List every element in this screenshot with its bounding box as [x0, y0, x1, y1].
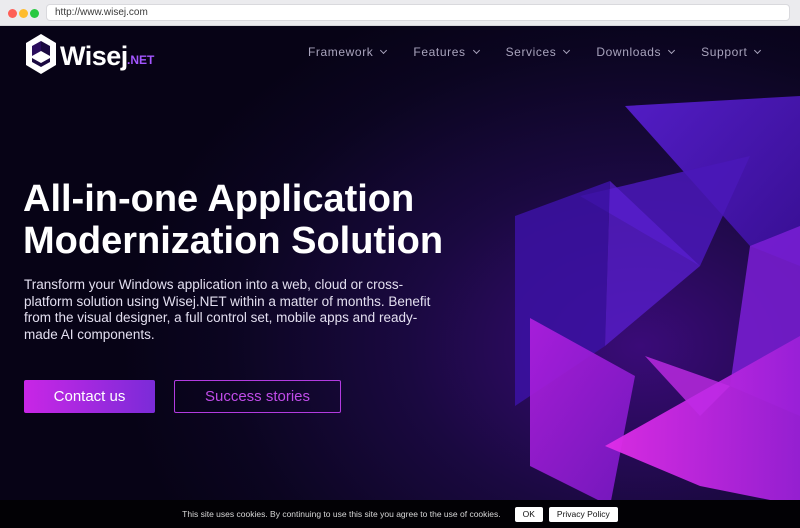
privacy-policy-button[interactable]: Privacy Policy	[548, 506, 618, 522]
nav-item-label: Framework	[308, 45, 374, 59]
brand-name: Wisej	[60, 41, 128, 71]
nav-item-label: Services	[505, 45, 557, 59]
hero-title-line-2: Modernization Solution	[23, 220, 444, 262]
chevron-down-icon	[754, 46, 762, 55]
chevron-down-icon	[668, 46, 676, 55]
close-window-button[interactable]	[8, 9, 17, 18]
hero-title: All-in-one Application Modernization Sol…	[23, 178, 493, 262]
browser-chrome: http://www.wisej.com	[0, 0, 800, 26]
hero-description: Transform your Windows application into …	[24, 277, 431, 342]
decorative-hexagon-graphic	[515, 96, 800, 506]
wisej-logo-icon	[26, 34, 56, 74]
wisej-homepage: Wisej .NET Framework Features Services D…	[0, 26, 800, 528]
cookie-ok-button[interactable]: OK	[514, 506, 543, 522]
main-nav: Framework Features Services Downloads Su…	[308, 45, 762, 59]
minimize-window-button[interactable]	[19, 9, 28, 18]
cookie-banner: This site uses cookies. By continuing to…	[0, 500, 800, 528]
nav-item-downloads[interactable]: Downloads	[596, 45, 676, 59]
wisej-logo[interactable]: Wisej .NET	[24, 32, 164, 76]
nav-item-services[interactable]: Services	[505, 45, 571, 59]
contact-us-button[interactable]: Contact us	[24, 380, 155, 413]
address-bar[interactable]: http://www.wisej.com	[46, 4, 790, 21]
chevron-down-icon	[563, 46, 571, 55]
hero-title-line-1: All-in-one Application	[23, 178, 415, 220]
nav-item-support[interactable]: Support	[701, 45, 762, 59]
nav-item-label: Downloads	[596, 45, 662, 59]
brand-suffix: .NET	[127, 53, 155, 67]
nav-item-label: Features	[413, 45, 466, 59]
nav-item-label: Support	[701, 45, 748, 59]
chevron-down-icon	[380, 46, 388, 55]
nav-item-framework[interactable]: Framework	[308, 45, 388, 59]
nav-item-features[interactable]: Features	[413, 45, 480, 59]
success-stories-button[interactable]: Success stories	[174, 380, 341, 413]
cookie-message: This site uses cookies. By continuing to…	[182, 509, 501, 519]
maximize-window-button[interactable]	[30, 9, 39, 18]
chevron-down-icon	[472, 46, 480, 55]
